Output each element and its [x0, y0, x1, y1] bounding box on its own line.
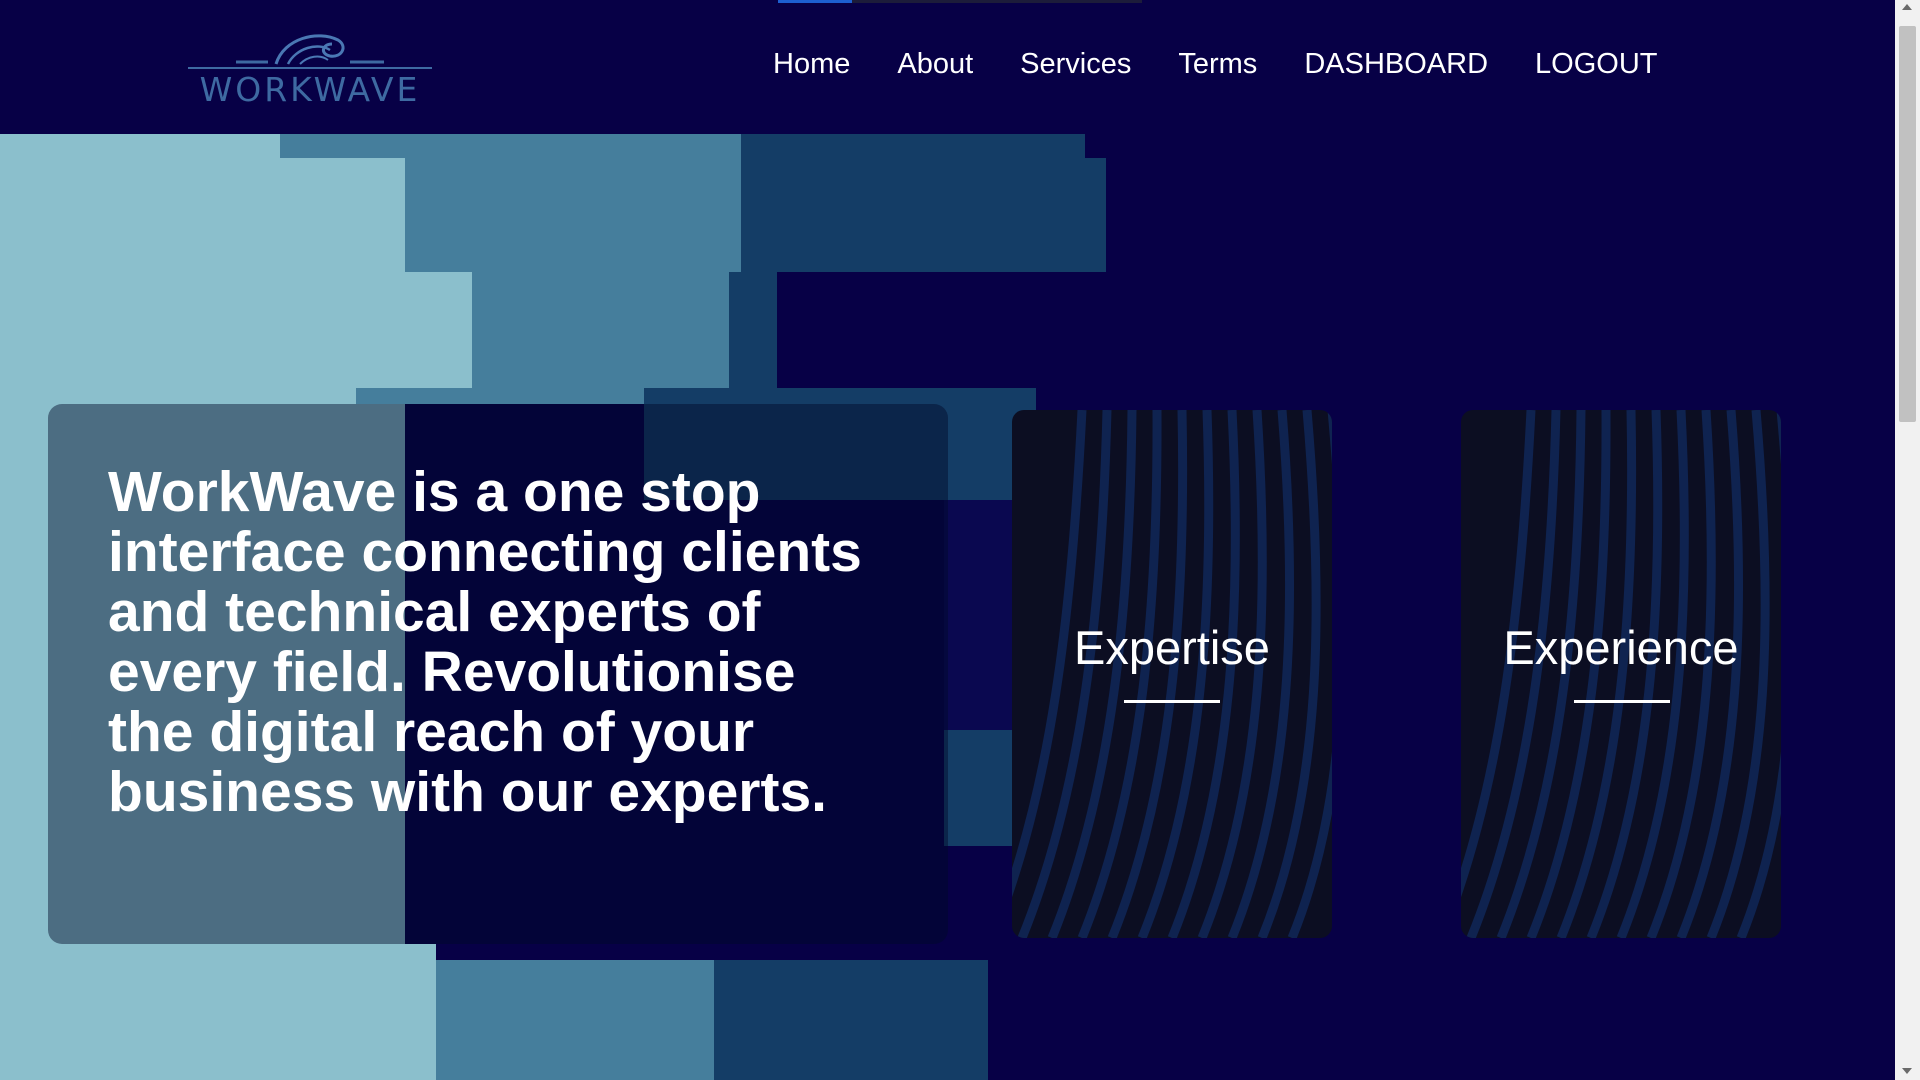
wave-logo-icon	[188, 34, 432, 69]
nav-dashboard[interactable]: DASHBOARD	[1304, 48, 1488, 81]
loading-indicator	[778, 0, 1142, 3]
main-nav: Home About Services Terms DASHBOARD LOGO…	[773, 48, 1704, 81]
card-title: Expertise	[1074, 621, 1270, 674]
card-underline	[1124, 700, 1220, 703]
nav-home[interactable]: Home	[773, 48, 850, 81]
card-title: Experience	[1503, 621, 1739, 674]
vertical-scrollbar[interactable]	[1895, 0, 1920, 1080]
site-header: WORKWAVE Home About Services Terms DASHB…	[0, 0, 1895, 134]
nav-about[interactable]: About	[897, 48, 973, 81]
nav-services[interactable]: Services	[1020, 48, 1131, 81]
hero-text: WorkWave is a one stop interface connect…	[108, 460, 862, 824]
page: WORKWAVE Home About Services Terms DASHB…	[0, 0, 1895, 1080]
card-experience[interactable]: Experience	[1461, 410, 1781, 938]
nav-terms[interactable]: Terms	[1178, 48, 1257, 81]
card-expertise[interactable]: Expertise	[1012, 410, 1332, 938]
hero-panel: WorkWave is a one stop interface connect…	[48, 404, 948, 944]
scroll-down-icon[interactable]	[1902, 1068, 1912, 1074]
scroll-up-icon[interactable]	[1902, 4, 1912, 10]
scroll-thumb[interactable]	[1899, 26, 1916, 422]
brand-logo[interactable]: WORKWAVE	[188, 28, 432, 110]
card-underline	[1574, 700, 1670, 703]
brand-name: WORKWAVE	[199, 70, 421, 109]
nav-logout[interactable]: LOGOUT	[1535, 48, 1657, 81]
